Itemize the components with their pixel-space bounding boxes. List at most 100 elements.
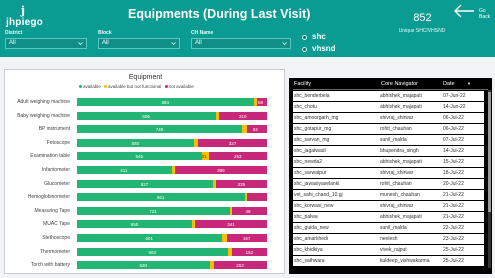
date-cell: 18-Jul-22 bbox=[443, 169, 464, 176]
date-cell: 07-Jul-22 bbox=[443, 136, 464, 143]
sort-arrow-icon: ▼ bbox=[467, 81, 471, 86]
date-cell: 06-Jul-22 bbox=[443, 114, 464, 121]
page-title: Equipments (During Last Visit) bbox=[128, 7, 311, 21]
facility-cell: shc_gotapur_mg bbox=[294, 125, 332, 132]
facility-cell: shc_sarwatpur bbox=[294, 169, 327, 176]
category-label: Stethoscope bbox=[42, 235, 70, 241]
data-label: 58 bbox=[257, 100, 263, 105]
table-row[interactable]: shc_amarkhedi neelesh 23-Jul-22 bbox=[293, 234, 484, 244]
date-cell: 21-Jul-22 bbox=[443, 191, 464, 198]
district-select-value: All bbox=[9, 40, 16, 46]
chevron-down-icon bbox=[282, 42, 287, 46]
facility-cell: shc_khidkiya bbox=[294, 246, 323, 253]
core-navigator-cell: shivraj_shirwar bbox=[380, 114, 414, 121]
date-cell: 14-Jul-22 bbox=[443, 147, 464, 154]
data-label: 253 bbox=[236, 263, 244, 269]
district-filter-label: District bbox=[5, 30, 23, 36]
core-navigator-cell: neelesh bbox=[380, 235, 398, 242]
table-scrollbar[interactable] bbox=[488, 90, 491, 268]
date-cell: 21-Jul-22 bbox=[443, 202, 464, 209]
logo-mark: j bbox=[21, 4, 25, 17]
table-row[interactable]: shc_benderbela abhishek_majapati 07-Jun-22 bbox=[293, 91, 484, 101]
category-label: Baby weighing machine bbox=[17, 112, 70, 119]
core-navigator-cell: abhishek_majapati bbox=[380, 158, 422, 165]
table-row[interactable]: shc_amoorgarh_mg shivraj_shirwar 06-Jul-22 bbox=[293, 113, 484, 123]
kpi-unique-label: Unique SHC/VHSND bbox=[398, 28, 446, 34]
facility-type-option-vhsnd[interactable]: vhsnd bbox=[302, 44, 372, 55]
data-label: 92 bbox=[252, 127, 258, 133]
table-row[interactable]: shc_sarwatpur shivraj_shirwar 18-Jul-22 bbox=[293, 168, 484, 178]
chevron-down-icon bbox=[171, 42, 176, 46]
ch-name-filter-label: CH Name bbox=[191, 30, 214, 36]
facility-cell: shc_newda2 bbox=[294, 158, 323, 165]
data-label: 560 bbox=[131, 140, 140, 146]
facility-cell: shc_korwasi_new bbox=[294, 202, 334, 209]
table-row[interactable]: shc_newda2 abhishek_majapati 15-Jul-22 bbox=[293, 157, 484, 167]
date-cell: 14-Jun-22 bbox=[443, 103, 466, 110]
table-row[interactable]: vet_sahi_chand_10.gj munesh_chauhan 21-Jul… bbox=[293, 190, 484, 200]
column-header-date[interactable]: Date bbox=[443, 81, 455, 87]
core-navigator-cell: rohit_chauhan bbox=[380, 180, 412, 187]
core-navigator-cell: shivraj_shirwar bbox=[380, 202, 414, 209]
date-cell: 23-Jul-22 bbox=[443, 235, 464, 242]
table-row[interactable]: shc_guida_new sunil_malda 22-Jul-22 bbox=[293, 223, 484, 233]
table-row[interactable]: shc_salhwara kuldeep_vishwakarma 25-Jul-22 bbox=[293, 256, 484, 266]
district-select[interactable]: All bbox=[5, 38, 87, 49]
table-row[interactable]: shc_chotu abhishek_majapati 14-Jun-22 bbox=[293, 102, 484, 112]
header-divider bbox=[293, 89, 488, 90]
header-bar: j jhpiego Equipments (During Last Visit)… bbox=[0, 0, 495, 57]
data-label: 749 bbox=[155, 127, 164, 133]
data-label: 550 bbox=[130, 222, 139, 228]
data-label: 721 bbox=[149, 208, 157, 214]
core-navigator-cell: sunil_malda bbox=[380, 136, 407, 143]
core-navigator-cell: abhishek_majapati bbox=[380, 103, 422, 110]
table-row[interactable]: shc_palwa abhishek_majapati 21-Jul-22 bbox=[293, 212, 484, 222]
date-cell: 21-Jul-22 bbox=[443, 213, 464, 220]
ch-name-select[interactable]: All bbox=[191, 38, 291, 49]
category-label: BP instrument bbox=[38, 126, 70, 133]
facility-cell: shc_sarvan_mg bbox=[294, 136, 330, 143]
table-scrollbar-thumb[interactable] bbox=[488, 92, 491, 212]
category-label: Torch with battery bbox=[30, 262, 70, 269]
core-navigator-cell: abhishek_majapati bbox=[380, 213, 422, 220]
kpi-unique-count: 852 bbox=[413, 12, 432, 24]
core-navigator-cell: sunil_malda bbox=[380, 224, 407, 231]
logo-text: jhpiego bbox=[6, 17, 43, 28]
category-label: Thermometer bbox=[39, 248, 70, 255]
data-label: 884 bbox=[161, 100, 169, 105]
facility-type-label: shc bbox=[312, 32, 326, 41]
facility-type-option-shc[interactable]: shc bbox=[302, 32, 372, 43]
column-header-facility[interactable]: Facility bbox=[294, 81, 311, 87]
table-row[interactable]: shc_korwasi_new shivraj_shirwar 21-Jul-22 bbox=[293, 201, 484, 211]
date-cell: 06-Jul-22 bbox=[443, 125, 464, 132]
core-navigator-cell: bhupendra_singh bbox=[380, 147, 419, 154]
dashboard-app: j jhpiego Equipments (During Last Visit)… bbox=[0, 0, 495, 278]
block-select[interactable]: All bbox=[98, 38, 180, 49]
not-available-segment[interactable] bbox=[246, 193, 267, 202]
table-row[interactable]: shc_jawasiyaselanki rohit_chauhan 20-Jul-2… bbox=[293, 179, 484, 189]
column-header-core-navigator[interactable]: Core Navigator bbox=[381, 81, 418, 87]
category-label: Fetoscope bbox=[46, 139, 70, 146]
core-navigator-cell: shivraj_shirwar bbox=[380, 169, 414, 176]
facility-cell: shc_salhwara bbox=[294, 257, 325, 264]
date-cell: 15-Jul-22 bbox=[443, 158, 464, 165]
date-cell: 07-Jun-22 bbox=[443, 92, 466, 99]
ch-name-select-value: All bbox=[195, 40, 202, 46]
data-label: 152 bbox=[245, 249, 254, 255]
data-label: 341 bbox=[227, 222, 235, 228]
go-back-button[interactable]: Go Back bbox=[452, 0, 495, 24]
core-navigator-cell: kuldeep_vishwakarma bbox=[380, 257, 430, 264]
jhpiego-logo: j jhpiego bbox=[6, 4, 43, 28]
category-label: Adult weighing machine bbox=[17, 99, 70, 105]
arrow-left-icon bbox=[454, 4, 474, 18]
table-row[interactable]: shc_khidkiya vivek_rajput 25-Jul-22 bbox=[293, 245, 484, 255]
core-navigator-cell: rohit_chauhan bbox=[380, 125, 412, 132]
date-cell: 25-Jul-22 bbox=[443, 246, 464, 253]
table-row[interactable]: shc_gotapur_mg rohit_chauhan 06-Jul-22 bbox=[293, 124, 484, 134]
table-row[interactable]: shc_jagatwadi bhupendra_singh 14-Jul-22 bbox=[293, 146, 484, 156]
data-label: 627 bbox=[140, 181, 149, 187]
data-label: 49 bbox=[245, 208, 251, 214]
facility-cell: shc_benderbela bbox=[294, 92, 330, 99]
equipment-chart: Equipment available available but not fu… bbox=[4, 69, 285, 274]
table-row[interactable]: shc_sarvan_mg sunil_malda 07-Jul-22 bbox=[293, 135, 484, 145]
